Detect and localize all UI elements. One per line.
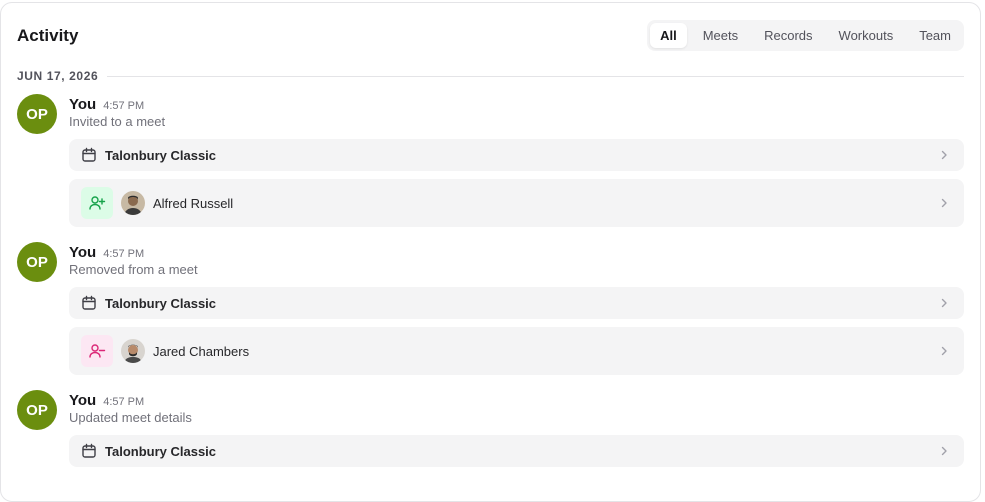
timestamp: 4:57 PM <box>103 100 145 112</box>
filter-tabs: All Meets Records Workouts Team <box>647 20 964 51</box>
chevron-right-icon <box>938 197 950 209</box>
avatar: OP <box>17 390 57 430</box>
tab-records[interactable]: Records <box>754 23 822 48</box>
date-separator: JUN 17, 2026 <box>17 68 964 84</box>
entry-header: You 4:57 PM <box>69 96 144 113</box>
action-text: Removed from a meet <box>69 262 198 277</box>
chevron-right-icon <box>938 149 950 161</box>
action-text: Updated meet details <box>69 410 192 425</box>
chevron-right-icon <box>938 345 950 357</box>
meet-card[interactable]: Talonbury Classic <box>69 435 964 467</box>
calendar-icon <box>81 147 97 163</box>
activity-panel: Activity All Meets Records Workouts Team… <box>0 2 981 502</box>
avatar: OP <box>17 242 57 282</box>
chevron-right-icon <box>938 445 950 457</box>
person-avatar <box>121 339 145 363</box>
user-plus-icon <box>81 187 113 219</box>
meet-name: Talonbury Classic <box>105 443 217 459</box>
tab-meets[interactable]: Meets <box>693 23 748 48</box>
timestamp: 4:57 PM <box>103 396 145 408</box>
meet-name: Talonbury Classic <box>105 147 217 163</box>
calendar-icon <box>81 295 97 311</box>
user-minus-icon <box>81 335 113 367</box>
meet-card[interactable]: Talonbury Classic <box>69 287 964 319</box>
actor-name: You <box>69 96 97 113</box>
chevron-right-icon <box>938 297 950 309</box>
tab-all[interactable]: All <box>650 23 687 48</box>
action-text: Invited to a meet <box>69 114 166 129</box>
person-name: Alfred Russell <box>153 195 234 211</box>
actor-name: You <box>69 392 97 409</box>
activity-header: Activity All Meets Records Workouts Team <box>17 20 964 52</box>
page-title: Activity <box>17 26 79 45</box>
entry-header: You 4:57 PM <box>69 392 144 409</box>
meet-card[interactable]: Talonbury Classic <box>69 139 964 171</box>
person-name: Jared Chambers <box>153 343 250 359</box>
avatar: OP <box>17 94 57 134</box>
timestamp: 4:57 PM <box>103 248 145 260</box>
calendar-icon <box>81 443 97 459</box>
date-label: JUN 17, 2026 <box>17 69 99 83</box>
meet-name: Talonbury Classic <box>105 295 217 311</box>
tab-workouts[interactable]: Workouts <box>829 23 904 48</box>
date-divider <box>107 75 964 77</box>
person-card[interactable]: Alfred Russell <box>69 179 964 227</box>
person-avatar <box>121 191 145 215</box>
actor-name: You <box>69 244 97 261</box>
entry-header: You 4:57 PM <box>69 244 144 261</box>
person-card[interactable]: Jared Chambers <box>69 327 964 375</box>
tab-team[interactable]: Team <box>909 23 961 48</box>
